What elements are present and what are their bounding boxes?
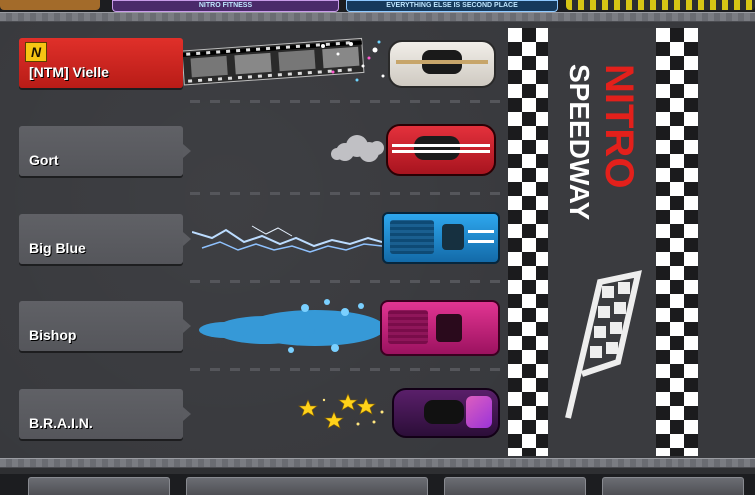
race-screen: NITRO FITNESS EVERYTHING ELSE IS SECOND … bbox=[0, 0, 755, 495]
car-cockpit bbox=[414, 136, 460, 160]
nitro-speedway-logo: NITRO SPEEDWAY bbox=[564, 64, 641, 220]
lightning-trail-icon bbox=[192, 225, 382, 253]
stars-trail-icon bbox=[298, 393, 384, 429]
racer-plate-4: Bishop bbox=[19, 301, 191, 351]
racer-name: Gort bbox=[29, 152, 59, 168]
car-cockpit bbox=[436, 314, 462, 342]
finish-line-checker-left bbox=[508, 28, 550, 456]
lane-divider bbox=[190, 280, 510, 283]
car-stripe bbox=[392, 144, 490, 147]
bottom-tab-3[interactable] bbox=[444, 477, 586, 495]
car-stripe bbox=[392, 150, 490, 153]
top-banner-nitro-fitness-text: NITRO FITNESS bbox=[198, 2, 253, 9]
bottom-tab-1[interactable] bbox=[28, 477, 170, 495]
top-banner-nitro-fitness[interactable]: NITRO FITNESS bbox=[112, 0, 339, 12]
racer-car-4 bbox=[380, 300, 500, 356]
racer-car-3 bbox=[382, 212, 500, 264]
top-banner-right bbox=[566, 0, 755, 10]
bottom-tab-2[interactable] bbox=[186, 477, 428, 495]
racer-car-5 bbox=[392, 388, 500, 438]
smoke-trail-icon bbox=[331, 135, 384, 162]
lane-divider bbox=[190, 192, 510, 195]
lane-divider bbox=[190, 368, 510, 371]
top-banner-left bbox=[0, 0, 100, 10]
car-decal bbox=[466, 396, 492, 428]
logo-line-speedway: SPEEDWAY bbox=[564, 64, 595, 220]
top-banner-second-place-text: EVERYTHING ELSE IS SECOND PLACE bbox=[386, 2, 518, 9]
top-banner-second-place[interactable]: EVERYTHING ELSE IS SECOND PLACE bbox=[346, 0, 558, 12]
racer-plate-5: B.R.A.I.N. bbox=[19, 389, 191, 439]
racer-name: B.R.A.I.N. bbox=[29, 415, 93, 431]
truck-bed bbox=[388, 310, 428, 344]
top-rail bbox=[0, 12, 755, 22]
truck-bed bbox=[390, 220, 434, 254]
finish-line-checker-right bbox=[656, 28, 698, 456]
checkered-flag-icon bbox=[565, 270, 642, 419]
logo-line-nitro: NITRO bbox=[597, 64, 641, 188]
racer-plate-2: Gort bbox=[19, 126, 191, 176]
racer-plate-3: Big Blue bbox=[19, 214, 191, 264]
bottom-rail bbox=[0, 458, 755, 468]
car-stripe bbox=[396, 60, 488, 64]
racer-name: Bishop bbox=[29, 327, 77, 343]
filmstrip-trail-icon bbox=[183, 37, 385, 86]
lane-divider bbox=[190, 100, 510, 103]
car-cockpit bbox=[424, 400, 464, 424]
team-badge-icon: N bbox=[25, 42, 47, 62]
car-cockpit bbox=[442, 224, 464, 250]
racer-car-1 bbox=[388, 40, 496, 88]
car-stripe bbox=[468, 230, 494, 233]
racer-name: [NTM] Vielle bbox=[29, 64, 109, 80]
blue-flame-trail-icon bbox=[199, 299, 385, 353]
top-banner-strip: NITRO FITNESS EVERYTHING ELSE IS SECOND … bbox=[0, 0, 755, 12]
racer-plate-1: N [NTM] Vielle bbox=[19, 38, 191, 88]
racer-name: Big Blue bbox=[29, 240, 86, 256]
bottom-tab-4[interactable] bbox=[602, 477, 744, 495]
car-stripe bbox=[468, 240, 494, 243]
racer-car-2 bbox=[386, 124, 496, 176]
